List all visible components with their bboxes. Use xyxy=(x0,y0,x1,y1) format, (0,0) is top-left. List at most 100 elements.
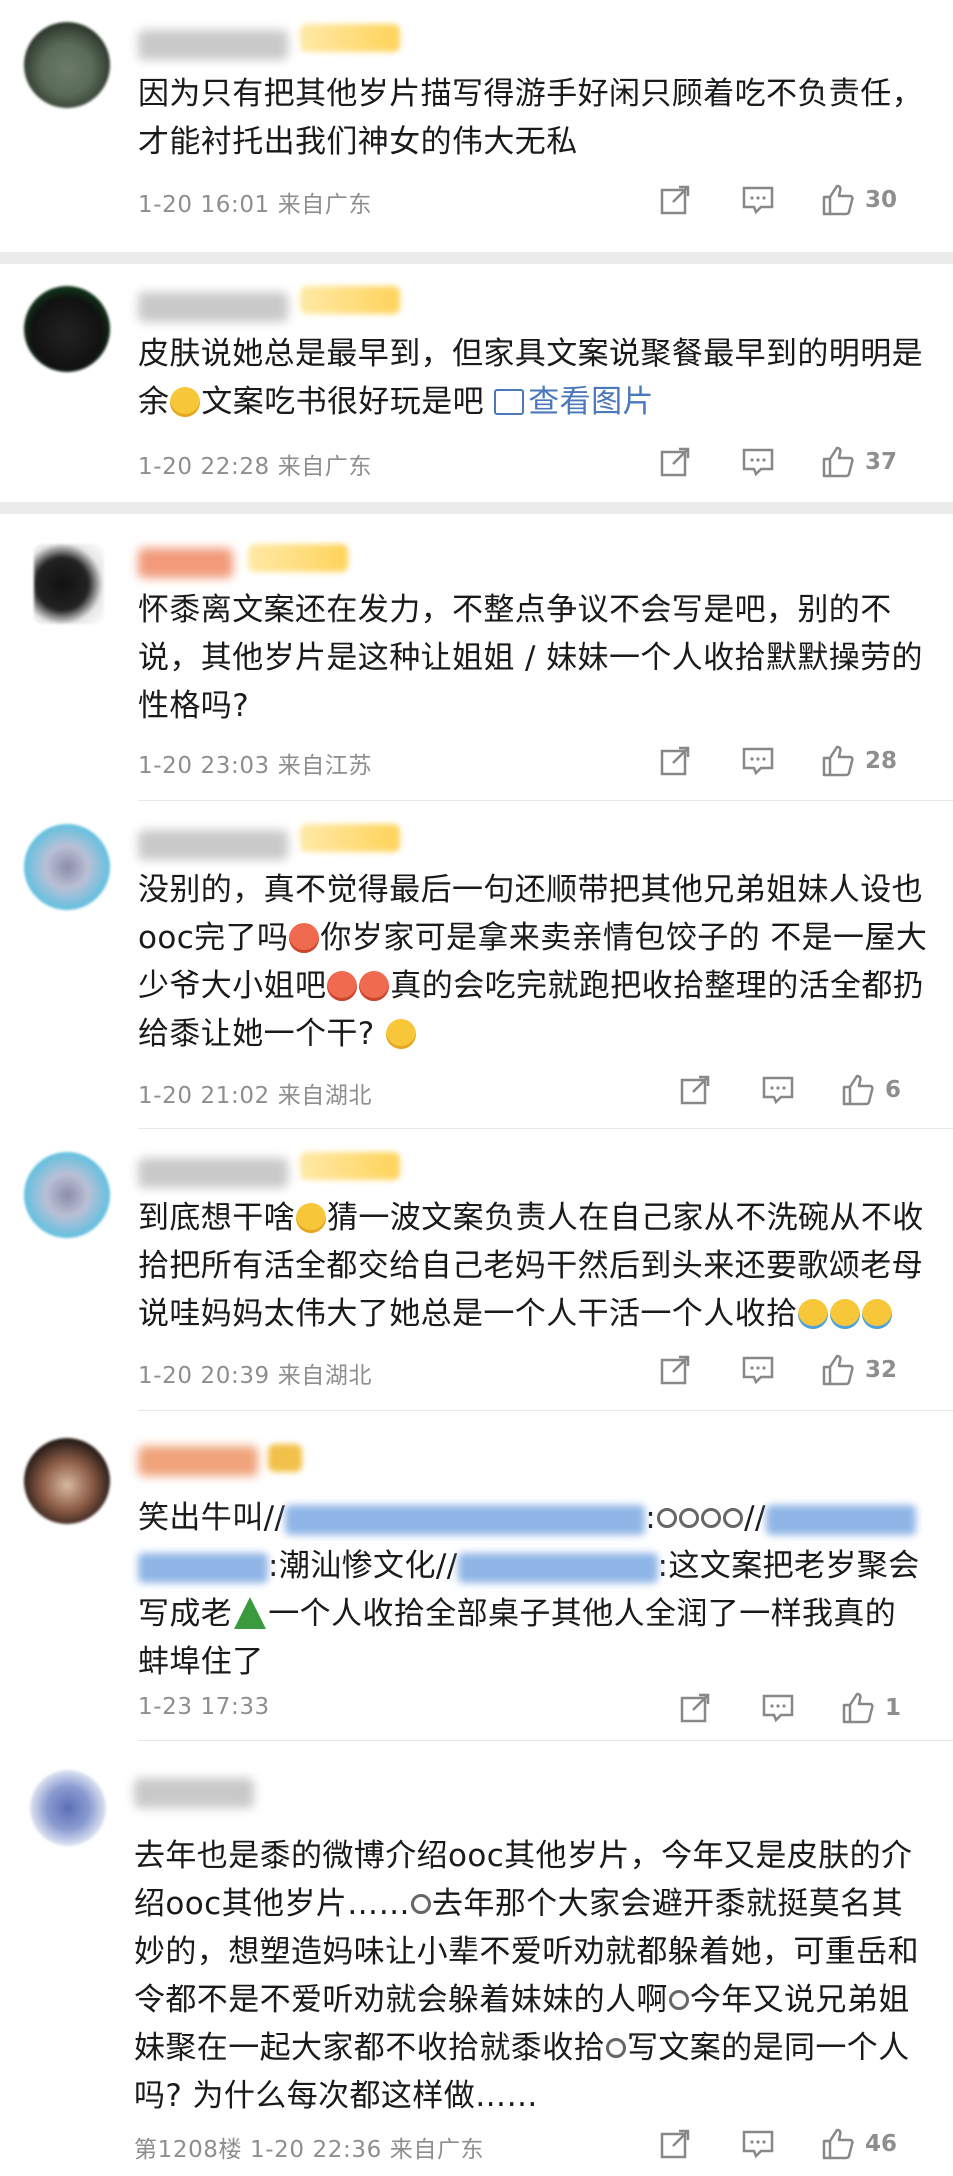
comment-actions: 30 xyxy=(659,180,929,220)
reply-button[interactable] xyxy=(741,1350,775,1390)
flower-emoji-icon xyxy=(606,2038,626,2058)
comment-icon xyxy=(762,1694,794,1723)
like-count: 28 xyxy=(865,748,898,774)
level-badge xyxy=(300,286,400,314)
mention-blurred[interactable] xyxy=(765,1504,916,1535)
share-icon xyxy=(660,746,690,776)
comment-meta: 1-20 22:28 来自广东 xyxy=(138,454,373,480)
comment-text: 到底想干啥 猜一波文案负责人在自己家从不洗碗从不收 拾把所有活全都交给自己老妈干然… xyxy=(138,1200,924,1332)
flower-emoji-icon xyxy=(410,1894,431,1914)
comment-text: 笑出牛叫//:// :潮汕惨文化//:这文案把老岁聚会 写成老 一个人收拾全部桌子… xyxy=(138,1500,920,1680)
share-icon xyxy=(660,2129,690,2159)
like-button[interactable]: 37 xyxy=(821,442,897,482)
comment-actions: 1 xyxy=(679,1688,929,1728)
emoji-icon xyxy=(289,923,320,953)
emoji-icon xyxy=(327,971,358,1001)
avatar[interactable] xyxy=(24,1438,110,1524)
thumbs-up-icon xyxy=(822,446,854,478)
reply-button[interactable] xyxy=(741,741,775,781)
thumbs-up-icon xyxy=(822,1354,854,1386)
share-icon xyxy=(680,1075,710,1105)
like-button[interactable]: 28 xyxy=(821,741,897,781)
flower-emoji-icon xyxy=(679,1508,700,1528)
comment-text: 没别的，真不觉得最后一句还顺带把其他兄弟姐妹人设也 ooc完了吗 你岁家可是拿来卖… xyxy=(138,872,928,1052)
share-icon xyxy=(680,1693,710,1723)
comment-actions: 32 xyxy=(659,1350,929,1390)
tree-emoji-icon xyxy=(234,1597,267,1629)
comment-divider xyxy=(138,1740,953,1741)
comment-divider xyxy=(138,1128,953,1129)
like-button[interactable]: 1 xyxy=(841,1688,901,1728)
username-blurred[interactable] xyxy=(138,1446,258,1476)
share-button[interactable] xyxy=(659,2124,691,2164)
avatar[interactable] xyxy=(30,1770,106,1846)
share-button[interactable] xyxy=(659,180,691,220)
share-icon xyxy=(660,1355,690,1385)
flower-emoji-icon xyxy=(657,1508,678,1528)
comment-meta: 1-20 20:39 来自湖北 xyxy=(138,1363,373,1389)
comment-meta: 1-23 17:33 xyxy=(138,1694,270,1720)
mention-blurred[interactable] xyxy=(285,1504,646,1535)
like-button[interactable]: 30 xyxy=(821,180,897,220)
reply-button[interactable] xyxy=(741,2124,775,2164)
thumbs-up-icon xyxy=(822,184,854,216)
reply-button[interactable] xyxy=(761,1688,795,1728)
avatar[interactable] xyxy=(34,544,104,624)
level-badge xyxy=(300,24,400,52)
comment-meta: 1-20 16:01 来自广东 xyxy=(138,192,373,218)
sweat-emoji-icon xyxy=(296,1203,326,1233)
thumbs-up-icon xyxy=(822,745,854,777)
reply-button[interactable] xyxy=(761,1070,795,1110)
comment-icon xyxy=(742,186,774,215)
share-button[interactable] xyxy=(679,1688,711,1728)
reply-button[interactable] xyxy=(741,442,775,482)
level-badge xyxy=(268,1444,302,1472)
like-count: 32 xyxy=(865,1357,898,1383)
share-icon xyxy=(660,185,690,215)
username-blurred[interactable] xyxy=(134,1778,254,1808)
like-button[interactable]: 6 xyxy=(841,1070,901,1110)
avatar[interactable] xyxy=(24,1152,110,1238)
comment-meta: 1-20 21:02 来自湖北 xyxy=(138,1083,373,1109)
avatar[interactable] xyxy=(24,824,110,910)
comment-divider xyxy=(138,800,953,801)
like-button[interactable]: 32 xyxy=(821,1350,897,1390)
comment-text: 因为只有把其他岁片描写得游手好闲只顾着吃不负责任， 才能衬托出我们神女的伟大无私 xyxy=(138,76,923,160)
comment-divider xyxy=(138,1410,953,1411)
comment-actions: 28 xyxy=(659,741,929,781)
share-button[interactable] xyxy=(679,1070,711,1110)
like-count: 6 xyxy=(885,1077,902,1103)
level-badge xyxy=(248,544,348,572)
level-badge xyxy=(300,824,400,852)
avatar[interactable] xyxy=(24,286,110,372)
comment-text: 怀黍离文案还在发力，不整点争议不会写是吧，别的不 说，其他岁片是这种让姐姐 / … xyxy=(138,592,923,724)
comment-actions: 6 xyxy=(679,1070,929,1110)
username-blurred[interactable] xyxy=(138,548,233,578)
username-blurred[interactable] xyxy=(138,1158,288,1188)
flower-emoji-icon xyxy=(723,1508,744,1528)
avatar[interactable] xyxy=(24,22,110,108)
username-blurred[interactable] xyxy=(138,292,288,322)
username-blurred[interactable] xyxy=(138,830,288,860)
flower-emoji-icon xyxy=(701,1508,722,1528)
emoji-icon xyxy=(359,971,390,1001)
comment-icon xyxy=(742,2130,774,2159)
section-divider xyxy=(0,252,953,264)
comment-icon xyxy=(742,448,774,477)
username-blurred[interactable] xyxy=(138,30,288,60)
share-icon xyxy=(660,447,690,477)
share-button[interactable] xyxy=(659,1350,691,1390)
thumbs-up-icon xyxy=(842,1692,874,1724)
share-button[interactable] xyxy=(659,741,691,781)
mention-blurred[interactable] xyxy=(457,1552,658,1583)
crying-emoji-icon xyxy=(862,1299,893,1329)
share-button[interactable] xyxy=(659,442,691,482)
comment-icon xyxy=(742,747,774,776)
comment-icon xyxy=(762,1076,794,1105)
comment-actions: 37 xyxy=(659,442,929,482)
like-button[interactable]: 46 xyxy=(821,2124,897,2164)
reply-button[interactable] xyxy=(741,180,775,220)
view-image-link[interactable]: 查看图片 xyxy=(494,384,654,420)
mention-blurred[interactable] xyxy=(138,1552,268,1583)
crying-emoji-icon xyxy=(798,1299,829,1329)
